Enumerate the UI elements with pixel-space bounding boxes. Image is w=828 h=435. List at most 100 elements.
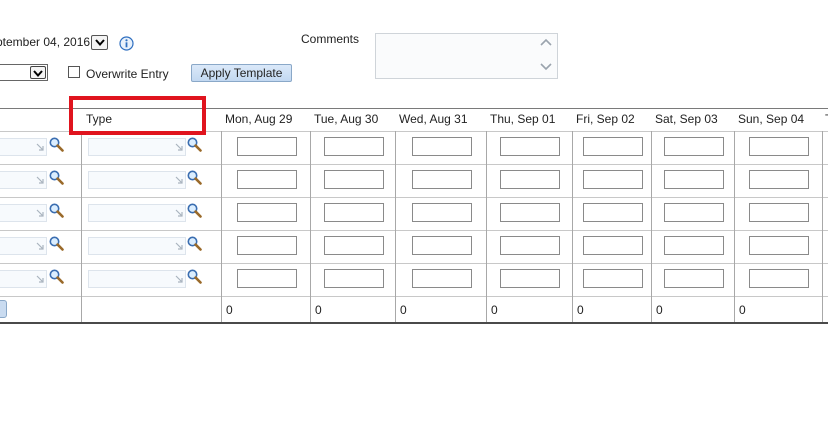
magnifier-icon[interactable] <box>187 137 202 152</box>
column-divider <box>310 131 311 323</box>
hours-input[interactable] <box>664 137 724 156</box>
chevron-up-icon[interactable] <box>540 38 552 47</box>
hours-input[interactable] <box>324 236 384 255</box>
hours-input[interactable] <box>500 203 560 222</box>
hours-input[interactable] <box>237 269 297 288</box>
column-divider <box>822 131 823 323</box>
column-divider <box>486 131 487 323</box>
hours-input[interactable] <box>583 269 643 288</box>
hours-input[interactable] <box>500 137 560 156</box>
magnifier-icon[interactable] <box>49 203 64 218</box>
magnifier-icon[interactable] <box>187 203 202 218</box>
column-divider <box>734 131 735 323</box>
row-divider <box>0 263 828 264</box>
magnifier-icon[interactable] <box>187 236 202 251</box>
column-divider <box>81 131 82 323</box>
hours-input[interactable] <box>237 236 297 255</box>
hours-input[interactable] <box>749 236 809 255</box>
hours-input[interactable] <box>749 137 809 156</box>
hours-input[interactable] <box>500 236 560 255</box>
info-icon[interactable] <box>119 36 134 51</box>
hours-input[interactable] <box>583 203 643 222</box>
magnifier-icon[interactable] <box>49 170 64 185</box>
resize-handle-icon <box>36 173 44 187</box>
row-divider <box>0 296 828 297</box>
column-divider <box>221 131 222 323</box>
day-total: 0 <box>739 303 746 317</box>
day-total: 0 <box>577 303 584 317</box>
resize-handle-icon <box>175 140 183 154</box>
day-total: 0 <box>656 303 663 317</box>
magnifier-icon[interactable] <box>187 170 202 185</box>
magnifier-icon[interactable] <box>49 137 64 152</box>
day-total: 0 <box>315 303 322 317</box>
type-lookup-field[interactable] <box>88 270 186 288</box>
resize-handle-icon <box>175 239 183 253</box>
column-header-day: Thu, Sep 01 <box>490 112 556 126</box>
template-select[interactable] <box>0 64 48 81</box>
project-lookup-field[interactable] <box>0 237 47 255</box>
resize-handle-icon <box>36 206 44 220</box>
project-lookup-field[interactable] <box>0 204 47 222</box>
hours-input[interactable] <box>412 203 472 222</box>
hours-input[interactable] <box>583 137 643 156</box>
column-header-day: Fri, Sep 02 <box>576 112 635 126</box>
row-divider <box>0 230 828 231</box>
hours-input[interactable] <box>749 269 809 288</box>
hours-input[interactable] <box>664 236 724 255</box>
chevron-down-icon <box>33 70 43 77</box>
apply-template-button[interactable]: Apply Template <box>191 64 292 82</box>
hours-input[interactable] <box>749 203 809 222</box>
chevron-down-icon <box>94 39 105 46</box>
column-header-day: Sun, Sep 04 <box>738 112 805 126</box>
template-dropdown-button[interactable] <box>30 66 46 79</box>
footer-button[interactable] <box>0 300 7 318</box>
type-lookup-field[interactable] <box>88 204 186 222</box>
column-header-day: Tue, Aug 30 <box>314 112 379 126</box>
hours-input[interactable] <box>324 137 384 156</box>
highlight-annotation <box>69 96 206 135</box>
overwrite-entry-label: Overwrite Entry <box>86 67 169 81</box>
project-lookup-field[interactable] <box>0 270 47 288</box>
period-dropdown-button[interactable] <box>91 35 108 50</box>
hours-input[interactable] <box>324 170 384 189</box>
grid-bottom-border <box>0 322 828 324</box>
chevron-down-icon[interactable] <box>540 62 552 71</box>
hours-input[interactable] <box>664 170 724 189</box>
hours-input[interactable] <box>237 170 297 189</box>
period-end-date-text: ptember 04, 2016 <box>0 35 91 49</box>
day-total: 0 <box>226 303 233 317</box>
hours-input[interactable] <box>583 236 643 255</box>
resize-handle-icon <box>36 140 44 154</box>
row-divider <box>0 197 828 198</box>
type-lookup-field[interactable] <box>88 171 186 189</box>
magnifier-icon[interactable] <box>49 269 64 284</box>
day-total: 0 <box>491 303 498 317</box>
row-divider <box>0 164 828 165</box>
hours-input[interactable] <box>412 269 472 288</box>
hours-input[interactable] <box>664 269 724 288</box>
column-divider <box>572 131 573 323</box>
type-lookup-field[interactable] <box>88 237 186 255</box>
comments-textarea[interactable] <box>375 33 558 79</box>
hours-input[interactable] <box>237 203 297 222</box>
hours-input[interactable] <box>749 170 809 189</box>
day-total: 0 <box>400 303 407 317</box>
hours-input[interactable] <box>324 203 384 222</box>
column-divider <box>651 131 652 323</box>
magnifier-icon[interactable] <box>49 236 64 251</box>
hours-input[interactable] <box>324 269 384 288</box>
type-lookup-field[interactable] <box>88 138 186 156</box>
hours-input[interactable] <box>664 203 724 222</box>
overwrite-entry-checkbox[interactable] <box>68 66 80 78</box>
hours-input[interactable] <box>412 170 472 189</box>
hours-input[interactable] <box>237 137 297 156</box>
hours-input[interactable] <box>500 170 560 189</box>
project-lookup-field[interactable] <box>0 138 47 156</box>
project-lookup-field[interactable] <box>0 171 47 189</box>
hours-input[interactable] <box>583 170 643 189</box>
hours-input[interactable] <box>412 137 472 156</box>
hours-input[interactable] <box>412 236 472 255</box>
magnifier-icon[interactable] <box>187 269 202 284</box>
hours-input[interactable] <box>500 269 560 288</box>
